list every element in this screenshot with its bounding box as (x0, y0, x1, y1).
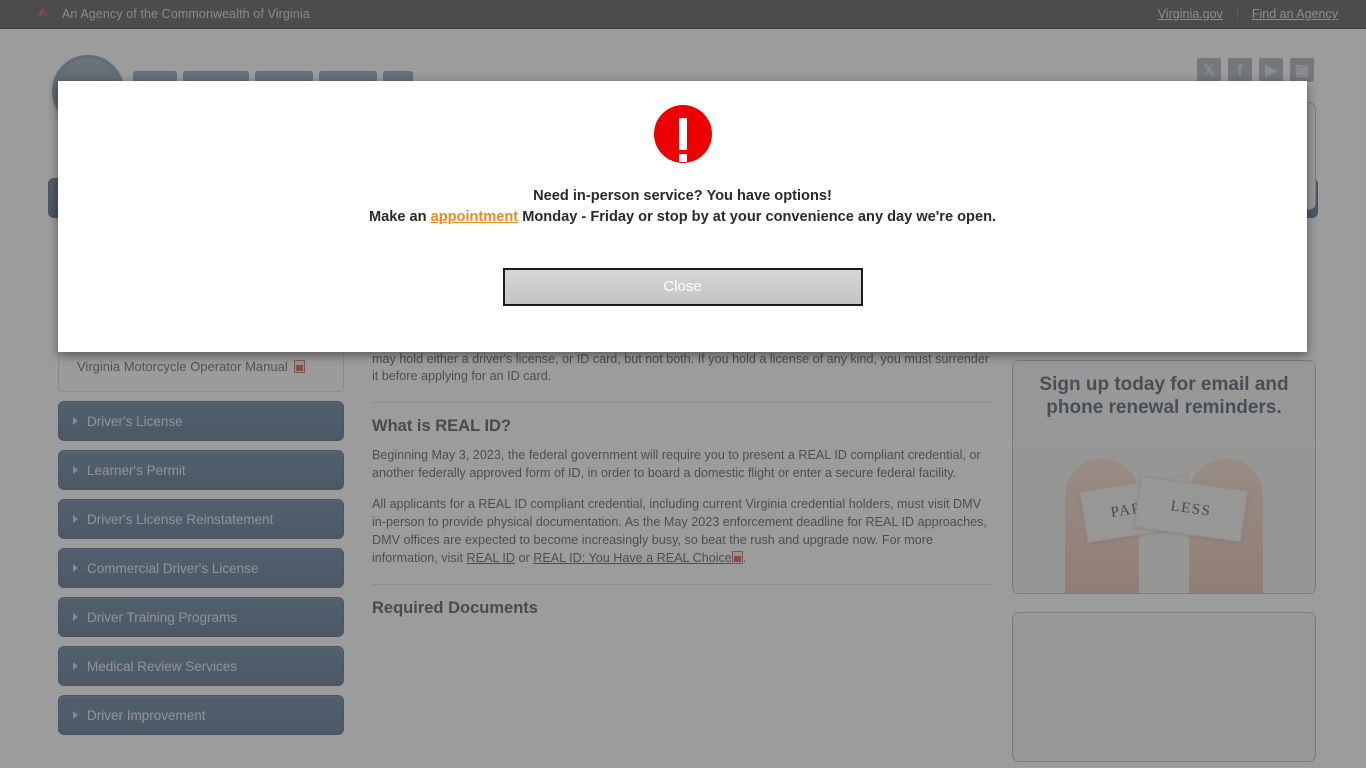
modal-message: Need in-person service? You have options… (369, 186, 996, 229)
appointment-link[interactable]: appointment (431, 209, 519, 225)
close-button[interactable]: Close (502, 267, 863, 306)
modal-text-before: Make an (368, 209, 431, 226)
modal-text-after: Monday - Friday or stop by at your conve… (518, 209, 997, 226)
modal-subline: Make an appointment Monday - Friday or s… (369, 207, 996, 228)
exclamation-circle-icon (653, 105, 712, 163)
modal-headline: Need in-person service? You have options… (533, 188, 832, 204)
exclamation-mark (678, 118, 687, 162)
in-person-service-modal: Need in-person service? You have options… (58, 81, 1307, 352)
page-root: An Agency of the Commonwealth of Virgini… (0, 0, 1366, 768)
